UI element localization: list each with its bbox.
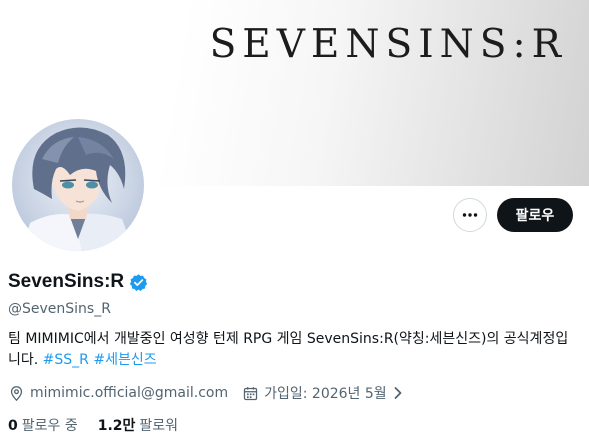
display-name: SevenSins:R — [8, 270, 148, 294]
banner-logo: SEVENSINS:R — [209, 22, 567, 67]
followers-stat[interactable]: 1.2만 팔로워 — [98, 415, 178, 435]
display-name-text: SevenSins:R — [8, 271, 125, 292]
user-handle: @SevenSins_R — [8, 301, 111, 317]
joined-date: 가입일: 2026년 5월 — [264, 386, 387, 402]
more-dots-icon — [462, 213, 478, 217]
follow-button[interactable]: 팔로우 — [497, 198, 573, 232]
avatar-illustration — [12, 119, 144, 251]
following-stat[interactable]: 0 팔로우 중 — [8, 415, 78, 435]
location-item: mimimic.official@gmail.com — [8, 385, 228, 402]
hashtag-link[interactable]: #세븐신즈 — [93, 352, 156, 368]
follow-stats: 0 팔로우 중 1.2만 팔로워 — [8, 415, 198, 435]
avatar[interactable] — [8, 115, 148, 255]
joined-item[interactable]: 가입일: 2026년 5월 — [242, 383, 404, 403]
followers-label: 팔로워 — [139, 418, 179, 434]
profile-email: mimimic.official@gmail.com — [30, 385, 229, 401]
following-label: 팔로우 중 — [21, 418, 78, 434]
chevron-right-icon — [394, 387, 402, 399]
profile-page: SEVENSINS:R 팔로우 SevenSins:R @SevenSins_R… — [0, 0, 589, 442]
hashtag-link[interactable]: #SS_R — [43, 352, 89, 368]
verified-badge-icon[interactable] — [129, 273, 148, 292]
calendar-icon — [243, 386, 258, 400]
following-count: 0 — [8, 418, 18, 434]
followers-count: 1.2만 — [97, 418, 136, 434]
profile-meta: mimimic.official@gmail.com 가입일: 2026년 5월 — [8, 383, 418, 403]
profile-bio: 팀 MIMIMIC에서 개발중인 여성향 턴제 RPG 게임 SevenSins… — [8, 329, 578, 371]
more-options-button[interactable] — [453, 198, 487, 232]
location-pin-icon — [10, 385, 23, 401]
